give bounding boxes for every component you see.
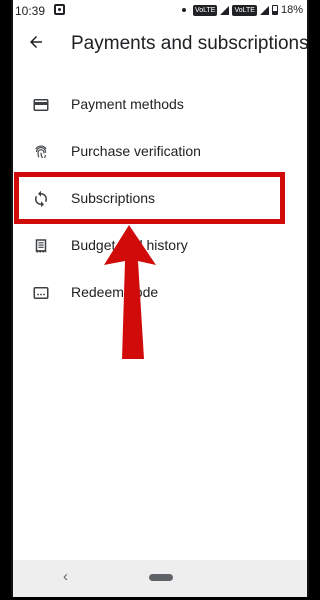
battery-icon bbox=[271, 5, 278, 15]
page-title: Payments and subscriptions bbox=[71, 33, 309, 54]
camera-notification-icon bbox=[54, 4, 65, 15]
receipt-icon bbox=[31, 236, 51, 256]
menu-item-payment-methods[interactable]: Payment methods bbox=[13, 82, 307, 129]
volte-badge-2: VoLTE bbox=[232, 4, 257, 16]
system-nav-bar: ‹ bbox=[13, 560, 307, 597]
credit-card-icon bbox=[31, 95, 51, 115]
red-arrow-annotation-icon bbox=[104, 225, 156, 359]
signal-icon bbox=[220, 5, 230, 15]
home-pill-icon[interactable] bbox=[149, 574, 173, 581]
status-time: 10:39 bbox=[15, 4, 46, 18]
app-bar: Payments and subscriptions bbox=[13, 22, 307, 68]
battery-level: 18% bbox=[280, 4, 303, 16]
menu-item-purchase-verification[interactable]: Purchase verification bbox=[13, 129, 307, 176]
status-bar: 10:39 VoLTE VoLTE 18% bbox=[13, 0, 307, 22]
menu-item-label: Purchase verification bbox=[71, 143, 201, 159]
notification-dot-icon bbox=[181, 8, 186, 12]
chevron-left-icon[interactable]: ‹ bbox=[63, 568, 68, 585]
menu-item-redeem-code[interactable]: Redeem code bbox=[13, 270, 307, 317]
redeem-card-icon bbox=[31, 283, 51, 303]
volte-badge: VoLTE bbox=[192, 4, 218, 16]
menu-item-budget-history[interactable]: Budget and history bbox=[13, 223, 307, 270]
highlight-box bbox=[14, 172, 285, 224]
status-icons: VoLTE VoLTE 18% bbox=[181, 4, 303, 16]
signal-icon-2 bbox=[259, 5, 269, 15]
back-button[interactable] bbox=[25, 31, 47, 53]
arrow-left-icon bbox=[30, 36, 42, 48]
phone-screen: 10:39 VoLTE VoLTE 18% Payments and subsc… bbox=[11, 0, 309, 597]
menu-item-label: Payment methods bbox=[71, 96, 184, 112]
fingerprint-icon bbox=[31, 142, 51, 162]
